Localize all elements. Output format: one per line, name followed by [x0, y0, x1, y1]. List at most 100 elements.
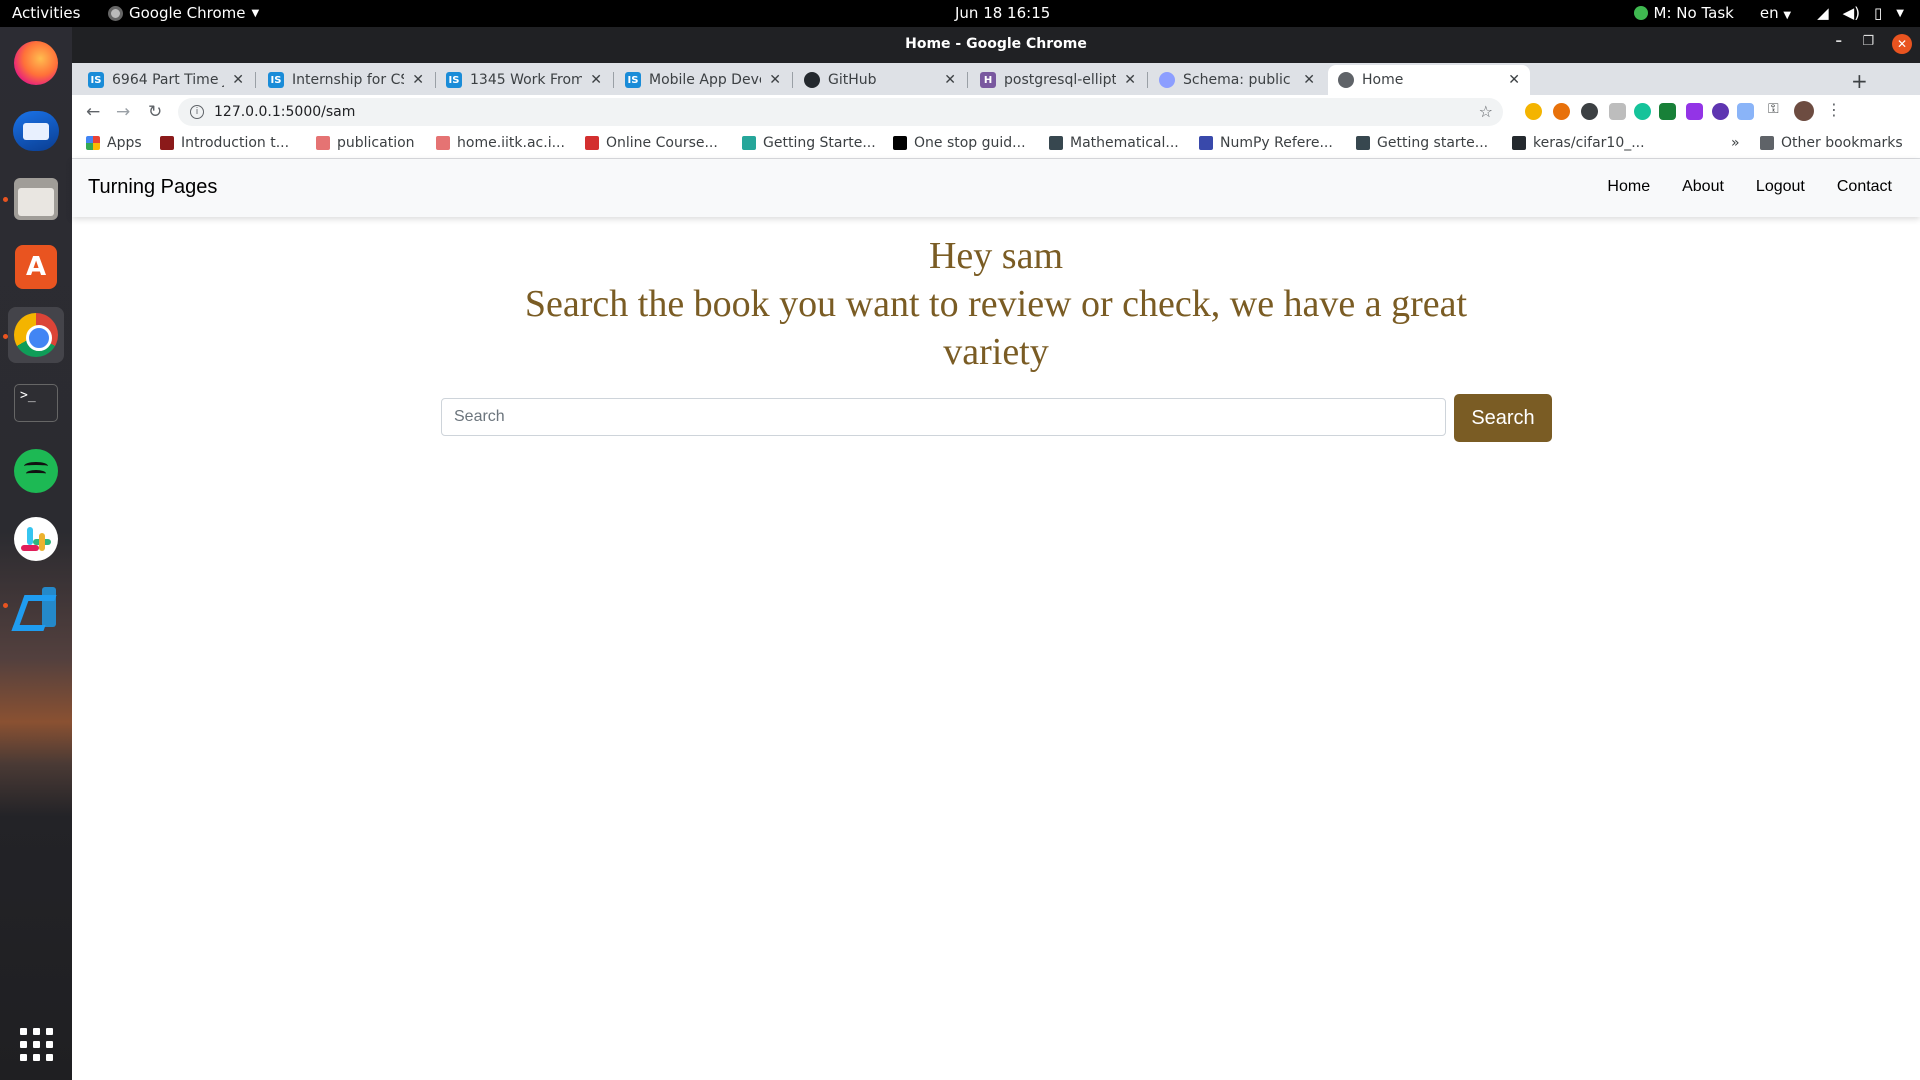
dock-chrome[interactable]	[8, 307, 64, 363]
files-icon	[14, 178, 58, 220]
bookmark-item[interactable]: NumPy Refere...	[1199, 135, 1333, 151]
bookmark-item[interactable]: Introduction t...	[160, 135, 289, 151]
dock-thunderbird[interactable]	[8, 103, 64, 159]
info-icon[interactable]: i	[190, 105, 204, 119]
bookmark-favicon	[86, 136, 100, 150]
tab-close-icon[interactable]: ✕	[1508, 72, 1520, 88]
tab-close-icon[interactable]: ✕	[412, 72, 424, 88]
search-form: Search	[441, 394, 1552, 442]
tab-label: postgresql-elliptical-1	[1004, 72, 1117, 88]
nav-home[interactable]: Home	[1591, 178, 1666, 196]
tab-close-icon[interactable]: ✕	[1303, 72, 1315, 88]
bookmark-label: Mathematical...	[1070, 135, 1179, 151]
extension-translate-icon[interactable]	[1737, 103, 1754, 120]
bookmark-label: Getting starte...	[1377, 135, 1489, 151]
dock-slack[interactable]	[8, 511, 64, 567]
tab-1[interactable]: IS 6964 Part Time Jobs | P ✕	[78, 65, 254, 95]
dock-files[interactable]	[8, 171, 64, 227]
tab-label: Schema: public - ec2-52	[1183, 72, 1295, 88]
nav-contact[interactable]: Contact	[1821, 178, 1908, 196]
bookmark-item[interactable]: home.iitk.ac.i...	[436, 135, 565, 151]
show-applications-button[interactable]	[8, 1016, 64, 1072]
bookmark-item[interactable]: Online Course...	[585, 135, 718, 151]
profile-avatar[interactable]	[1794, 101, 1814, 121]
extension-puzzle-icon[interactable]	[1609, 103, 1626, 120]
tab-label: Mobile App Developm	[649, 72, 761, 88]
site-brand[interactable]: Turning Pages	[88, 176, 217, 199]
bookmark-item[interactable]: Getting starte...	[1356, 135, 1488, 151]
other-bookmarks-button[interactable]: Other bookmarks	[1760, 135, 1903, 151]
extension-frog-icon[interactable]	[1659, 103, 1676, 120]
tab-label: Home	[1362, 72, 1404, 88]
system-indicators[interactable]: M: No Task en ▼ ◢ ◀) ▯ ▼	[1633, 4, 1904, 22]
activities-button[interactable]: Activities	[12, 4, 80, 22]
extension-rocket-icon[interactable]	[1712, 103, 1729, 120]
maximize-button[interactable]: ❐	[1862, 34, 1874, 49]
system-top-bar: Activities Google Chrome ▼ Jun 18 16:15 …	[0, 0, 1920, 27]
extension-cookie-icon[interactable]	[1525, 103, 1542, 120]
app-menu[interactable]: Google Chrome ▼	[108, 4, 259, 22]
nav-about[interactable]: About	[1666, 178, 1740, 196]
tab-favicon: IS	[446, 72, 462, 88]
new-tab-button[interactable]: +	[1851, 69, 1868, 93]
tab-6[interactable]: Hpostgresql-elliptical-1 ✕	[970, 65, 1146, 95]
bookmark-item[interactable]: Getting Starte...	[742, 135, 876, 151]
bookmark-star-icon[interactable]: ☆	[1479, 102, 1493, 121]
extension-fire-icon[interactable]	[1553, 103, 1570, 120]
address-bar[interactable]: i 127.0.0.1:5000/sam ☆	[178, 98, 1503, 126]
bookmark-favicon	[1356, 136, 1370, 150]
bookmark-label: One stop guid...	[914, 135, 1026, 151]
tab-separator	[255, 72, 256, 88]
tab-label: 6964 Part Time Jobs | P	[112, 72, 224, 88]
tab-close-icon[interactable]: ✕	[1124, 72, 1136, 88]
menu-kebab-icon[interactable]: ⋮	[1826, 100, 1843, 119]
tab-4[interactable]: IS Mobile App Developm ✕	[615, 65, 791, 95]
bookmark-item[interactable]: publication	[316, 135, 415, 151]
dock-firefox[interactable]	[8, 35, 64, 91]
chrome-icon	[14, 313, 58, 357]
extension-s-icon[interactable]	[1686, 103, 1703, 120]
bookmark-label: NumPy Refere...	[1220, 135, 1333, 151]
clock[interactable]: Jun 18 16:15	[955, 4, 1050, 22]
dock-spotify[interactable]	[8, 443, 64, 499]
tab-2[interactable]: IS Internship for CSE stu ✕	[258, 65, 434, 95]
window-titlebar[interactable]: Home - Google Chrome – ❐ ✕	[72, 27, 1920, 63]
minimize-button[interactable]: –	[1836, 34, 1843, 49]
back-button[interactable]: ←	[86, 102, 100, 122]
wifi-icon: ◢	[1817, 4, 1829, 22]
tab-8[interactable]: Home ✕	[1328, 65, 1530, 95]
search-button[interactable]: Search	[1454, 394, 1552, 442]
tab-5[interactable]: GitHub ✕	[794, 65, 966, 95]
key-icon[interactable]: ⚿	[1768, 101, 1785, 118]
bookmark-item[interactable]: Apps	[86, 135, 142, 151]
tab-close-icon[interactable]: ✕	[232, 72, 244, 88]
forward-button[interactable]: →	[116, 102, 130, 122]
language-indicator[interactable]: en ▼	[1760, 4, 1791, 22]
dock-terminal[interactable]: >_	[8, 375, 64, 431]
bookmark-item[interactable]: Mathematical...	[1049, 135, 1179, 151]
bookmarks-overflow-button[interactable]: »	[1731, 135, 1740, 151]
tab-close-icon[interactable]: ✕	[769, 72, 781, 88]
dock: A >_	[0, 27, 72, 1080]
dock-software[interactable]: A	[8, 239, 64, 295]
status-icons[interactable]: ◢ ◀) ▯ ▼	[1817, 4, 1904, 22]
reload-button[interactable]: ↻	[148, 102, 162, 122]
bookmarks-bar: Apps Introduction t... publication home.iit…	[72, 129, 1920, 159]
search-input[interactable]	[441, 398, 1446, 436]
dock-vscode[interactable]	[8, 579, 64, 635]
window-close-button[interactable]: ✕	[1892, 34, 1912, 54]
nav-logout[interactable]: Logout	[1740, 178, 1821, 196]
tab-3[interactable]: IS 1345 Work From Home ✕	[436, 65, 612, 95]
tab-7[interactable]: Schema: public - ec2-52 ✕	[1149, 65, 1325, 95]
bookmark-label: home.iitk.ac.i...	[457, 135, 565, 151]
bookmark-item[interactable]: keras/cifar10_...	[1512, 135, 1645, 151]
volume-icon: ◀)	[1842, 4, 1861, 22]
caret-down-icon: ▼	[1896, 7, 1904, 19]
extension-g-icon[interactable]	[1581, 103, 1598, 120]
tab-close-icon[interactable]: ✕	[944, 72, 956, 88]
tab-close-icon[interactable]: ✕	[590, 72, 602, 88]
bookmark-item[interactable]: One stop guid...	[893, 135, 1026, 151]
grammarly-icon[interactable]	[1634, 103, 1651, 120]
task-indicator[interactable]: M: No Task	[1633, 4, 1734, 22]
window-title: Home - Google Chrome	[905, 36, 1087, 52]
